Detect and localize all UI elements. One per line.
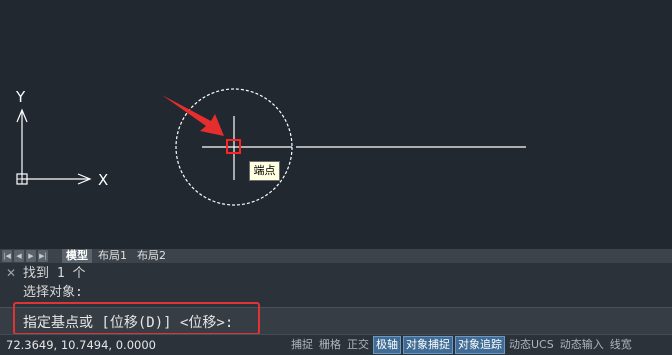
prompt-highlight-box — [13, 302, 260, 335]
toggle-dynamic-input[interactable]: 动态输入 — [558, 337, 606, 353]
next-tab-button[interactable]: ▶ — [26, 250, 36, 262]
command-history-line: 选择对象: — [23, 285, 83, 300]
osnap-tooltip: 端点 — [249, 161, 280, 181]
drawing-canvas[interactable]: Y X 端点 — [0, 0, 672, 249]
layout-tab-bar: |◀ ◀ ▶ ▶| 模型 布局1 布局2 — [0, 249, 672, 263]
prev-tab-button[interactable]: ◀ — [14, 250, 24, 262]
toggle-snap[interactable]: 捕捉 — [289, 337, 315, 353]
status-toggles: 捕捉 栅格 正交 极轴 对象捕捉 对象追踪 动态UCS 动态输入 线宽 — [289, 336, 636, 354]
tab-model[interactable]: 模型 — [62, 249, 92, 263]
toggle-grid[interactable]: 栅格 — [317, 337, 343, 353]
first-tab-button[interactable]: |◀ — [2, 250, 12, 262]
close-icon[interactable]: ✕ — [6, 266, 16, 280]
status-bar: 72.3649, 10.7494, 0.0000 捕捉 栅格 正交 极轴 对象捕… — [0, 334, 672, 355]
coordinate-readout: 72.3649, 10.7494, 0.0000 — [6, 338, 156, 352]
ucs-x-label: X — [98, 171, 108, 189]
ucs-y-label: Y — [15, 88, 26, 106]
canvas-graphics: Y X — [15, 88, 526, 206]
toggle-ortho[interactable]: 正交 — [345, 337, 371, 353]
tab-layout2[interactable]: 布局2 — [133, 249, 170, 263]
toggle-object-snap[interactable]: 对象捕捉 — [403, 336, 453, 354]
annotation-arrow-icon — [162, 95, 224, 136]
command-history-line: 找到 1 个 — [23, 266, 86, 281]
tab-layout1[interactable]: 布局1 — [94, 249, 131, 263]
last-tab-button[interactable]: ▶| — [38, 250, 48, 262]
toggle-dynamic-ucs[interactable]: 动态UCS — [507, 337, 556, 353]
toggle-lineweight[interactable]: 线宽 — [608, 337, 634, 353]
toggle-polar[interactable]: 极轴 — [373, 336, 401, 354]
toggle-object-track[interactable]: 对象追踪 — [455, 336, 505, 354]
